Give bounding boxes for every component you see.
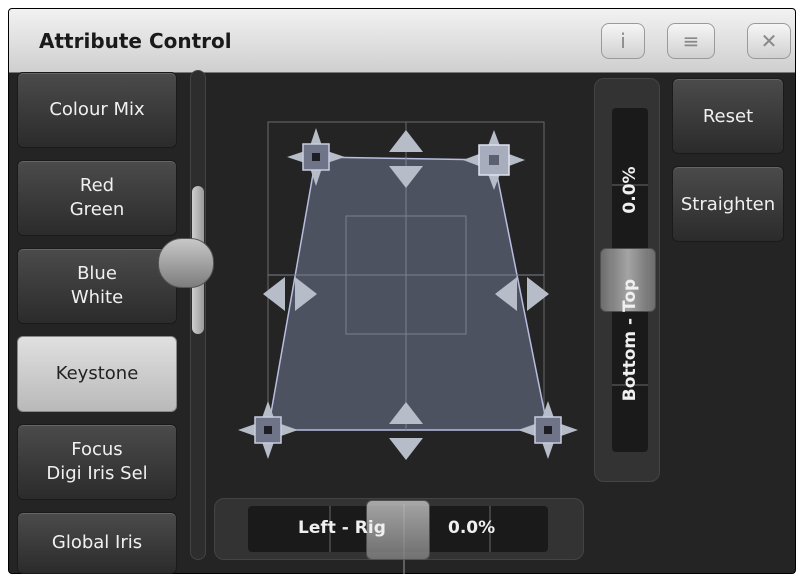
left-right-label: Left - Rig bbox=[298, 518, 386, 538]
reset-button[interactable]: Reset bbox=[672, 78, 784, 154]
reset-label: Reset bbox=[702, 105, 754, 127]
left-right-value: 0.0% bbox=[448, 518, 496, 538]
straighten-label: Straighten bbox=[680, 193, 776, 215]
bottom-top-value: 0.0% bbox=[620, 166, 640, 214]
bottom-top-label: Bottom - Top bbox=[620, 278, 640, 402]
straighten-button[interactable]: Straighten bbox=[672, 166, 784, 242]
